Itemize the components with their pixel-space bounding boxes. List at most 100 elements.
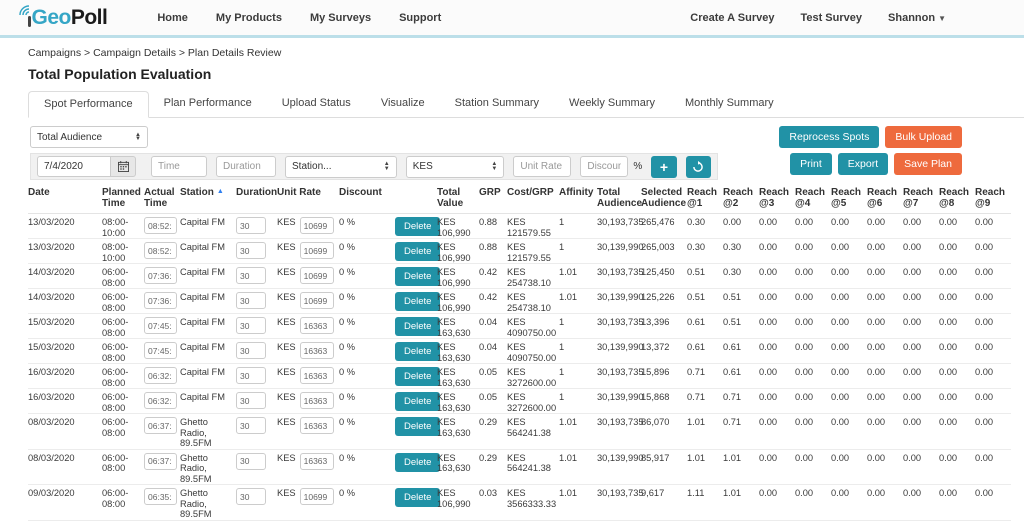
row-unit-rate-input[interactable] (300, 317, 334, 334)
row-unit-rate-input[interactable] (300, 217, 334, 234)
delete-button[interactable]: Delete (395, 417, 440, 436)
col-reach-@3: Reach @3 (759, 184, 795, 214)
row-unit-rate-input[interactable] (300, 267, 334, 284)
cell-total-audience: 30,193,735 (597, 314, 641, 339)
nav-item-home[interactable]: Home (157, 12, 188, 24)
tab-plan-performance[interactable]: Plan Performance (149, 91, 267, 117)
test-survey-link[interactable]: Test Survey (800, 12, 862, 24)
row-unit-rate-input[interactable] (300, 242, 334, 259)
row-duration-input[interactable] (236, 488, 266, 505)
discount-input[interactable] (580, 156, 628, 177)
cell-reach-5: 0.00 (831, 389, 867, 414)
cell-discount: 0 % (339, 389, 395, 414)
actual-time-input[interactable] (144, 392, 177, 409)
actual-time-input[interactable] (144, 217, 177, 234)
row-duration-input[interactable] (236, 453, 266, 470)
row-duration-input[interactable] (236, 217, 266, 234)
cell-reach-5: 0.00 (831, 214, 867, 239)
actual-time-input[interactable] (144, 417, 177, 434)
geopoll-logo[interactable]: GeoPoll (22, 8, 107, 28)
breadcrumb[interactable]: Campaigns > Campaign Details > Plan Deta… (28, 47, 1024, 59)
tab-upload-status[interactable]: Upload Status (267, 91, 366, 117)
row-duration-input[interactable] (236, 342, 266, 359)
station-select[interactable]: Station... ▲▼ (285, 156, 397, 178)
unit-rate-input[interactable] (513, 156, 571, 177)
tab-monthly-summary[interactable]: Monthly Summary (670, 91, 789, 117)
delete-button[interactable]: Delete (395, 217, 440, 236)
row-unit-rate-input[interactable] (300, 292, 334, 309)
table-row: 16/03/202006:00-08:00Capital FMKES0 %Del… (28, 364, 1011, 389)
cell-reach-4: 0.00 (795, 339, 831, 364)
duration-input[interactable] (216, 156, 276, 177)
actual-time-input[interactable] (144, 367, 177, 384)
currency-label: KES (277, 267, 296, 278)
cell-grp: 0.29 (479, 449, 507, 485)
cell-station: Ghetto Radio, 89.5FM (180, 485, 236, 521)
cell-reach-7: 0.00 (903, 239, 939, 264)
date-input[interactable] (37, 156, 111, 177)
cell-reach-7: 0.00 (903, 214, 939, 239)
delete-button[interactable]: Delete (395, 317, 440, 336)
calendar-button[interactable] (111, 156, 136, 177)
delete-button[interactable]: Delete (395, 267, 440, 286)
row-unit-rate-input[interactable] (300, 342, 334, 359)
time-input[interactable] (151, 156, 207, 177)
delete-button[interactable]: Delete (395, 488, 440, 507)
nav-item-my-surveys[interactable]: My Surveys (310, 12, 371, 24)
cell-cost-grp: KES3272600.00 (507, 389, 559, 414)
create-a-survey-link[interactable]: Create A Survey (690, 12, 774, 24)
cell-selected-audience: 15,868 (641, 389, 687, 414)
row-duration-input[interactable] (236, 317, 266, 334)
cell-reach-3: 0.00 (759, 485, 795, 521)
delete-button[interactable]: Delete (395, 342, 440, 361)
cell-reach-7: 0.00 (903, 339, 939, 364)
delete-button[interactable]: Delete (395, 367, 440, 386)
row-duration-input[interactable] (236, 292, 266, 309)
print-button[interactable]: Print (790, 153, 832, 175)
row-unit-rate-input[interactable] (300, 488, 334, 505)
currency-select[interactable]: KES ▲▼ (406, 156, 505, 178)
user-menu[interactable]: Shannon▼ (888, 12, 946, 24)
row-unit-rate-input[interactable] (300, 392, 334, 409)
cell-reach-9: 0.00 (975, 264, 1011, 289)
actual-time-input[interactable] (144, 453, 177, 470)
nav-item-support[interactable]: Support (399, 12, 441, 24)
reprocess-spots-button[interactable]: Reprocess Spots (779, 126, 879, 148)
save-plan-button[interactable]: Save Plan (894, 153, 962, 175)
row-unit-rate-input[interactable] (300, 417, 334, 434)
bulk-upload-button[interactable]: Bulk Upload (885, 126, 962, 148)
delete-button[interactable]: Delete (395, 392, 440, 411)
actual-time-input[interactable] (144, 292, 177, 309)
audience-select[interactable]: Total Audience ▲▼ (30, 126, 148, 148)
row-unit-rate-input[interactable] (300, 453, 334, 470)
delete-button[interactable]: Delete (395, 242, 440, 261)
unit-rate-cell: KES (277, 339, 339, 364)
cell-grp: 0.05 (479, 364, 507, 389)
tab-visualize[interactable]: Visualize (366, 91, 440, 117)
col-station[interactable]: Station▲ (180, 184, 236, 214)
actual-time-input[interactable] (144, 488, 177, 505)
row-duration-input[interactable] (236, 392, 266, 409)
cell-reach-4: 0.00 (795, 314, 831, 339)
actual-time-input[interactable] (144, 342, 177, 359)
actual-time-input[interactable] (144, 267, 177, 284)
export-button[interactable]: Export (838, 153, 888, 175)
tab-weekly-summary[interactable]: Weekly Summary (554, 91, 670, 117)
row-duration-input[interactable] (236, 367, 266, 384)
refresh-button[interactable] (686, 156, 711, 178)
select-arrows-icon: ▲▼ (384, 162, 390, 171)
delete-button[interactable]: Delete (395, 292, 440, 311)
row-duration-input[interactable] (236, 417, 266, 434)
row-unit-rate-input[interactable] (300, 367, 334, 384)
delete-button[interactable]: Delete (395, 453, 440, 472)
cell-affinity: 1.01 (559, 264, 597, 289)
logo-text: GeoPoll (32, 8, 108, 28)
row-duration-input[interactable] (236, 242, 266, 259)
row-duration-input[interactable] (236, 267, 266, 284)
tab-station-summary[interactable]: Station Summary (440, 91, 554, 117)
tab-spot-performance[interactable]: Spot Performance (28, 91, 149, 118)
actual-time-input[interactable] (144, 242, 177, 259)
actual-time-input[interactable] (144, 317, 177, 334)
add-spot-button[interactable]: + (651, 156, 676, 178)
nav-item-my-products[interactable]: My Products (216, 12, 282, 24)
